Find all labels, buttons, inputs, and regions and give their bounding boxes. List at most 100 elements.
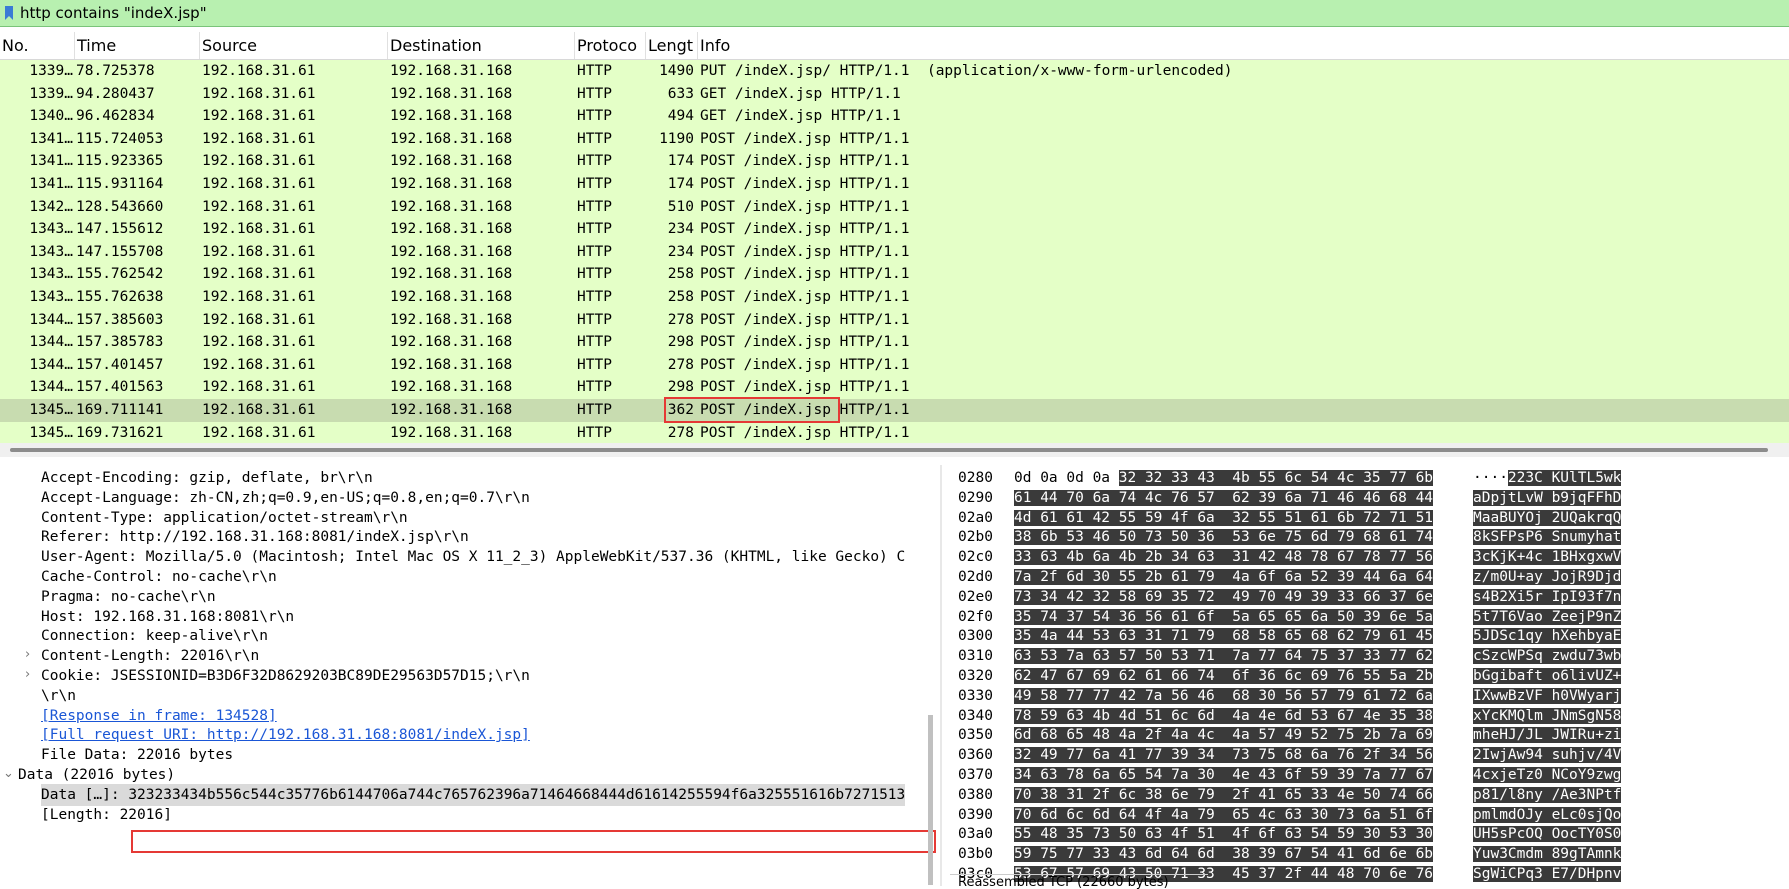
packet-row[interactable]: 1339… 78.725378 192.168.31.61 192.168.31.16…	[0, 60, 1789, 83]
packet-row[interactable]: 1344… 157.385603 192.168.31.61 192.168.31.1…	[0, 309, 1789, 332]
packet-info: POST /indeX.jsp HTTP/1.1	[700, 379, 910, 396]
detail-text[interactable]: [Response in frame: 134528]	[41, 708, 277, 724]
packet-no: 1344…	[29, 379, 73, 396]
packet-no: 1341…	[29, 153, 73, 170]
detail-line[interactable]: [Length: 22016]	[41, 804, 172, 827]
packet-info: POST /indeX.jsp HTTP/1.1	[700, 334, 910, 351]
detail-line[interactable]: Cookie: JSESSIONID=B3D6F32D8629203BC89DE…	[41, 665, 530, 688]
detail-text: Cookie: JSESSIONID=B3D6F32D8629203BC89DE…	[41, 668, 530, 684]
packet-no: 1343…	[29, 221, 73, 238]
packet-row[interactable]: 1343… 155.762638 192.168.31.61 192.168.31.1…	[0, 286, 1789, 309]
packet-destination: 192.168.31.168	[390, 334, 513, 351]
packet-source: 192.168.31.61	[202, 334, 316, 351]
packet-time: 96.462834	[76, 108, 155, 125]
packet-time: 157.401563	[76, 379, 164, 396]
packet-length: 1490	[659, 63, 694, 79]
scrollbar-thumb[interactable]	[10, 448, 1768, 452]
packet-time: 115.923365	[76, 153, 164, 170]
packet-details-pane[interactable]: Accept-Encoding: gzip, deflate, br\r\n Ac…	[0, 465, 936, 886]
packet-no: 1344…	[29, 356, 73, 373]
packet-time: 94.280437	[76, 85, 155, 102]
packet-protocol: HTTP	[577, 108, 612, 125]
packet-info: PUT /indeX.jsp/ HTTP/1.1 (application/x-…	[700, 63, 1233, 79]
column-header-protocol[interactable]: Protoco	[575, 32, 646, 59]
packet-row[interactable]: 1341… 115.724053 192.168.31.61 192.168.31.1…	[0, 128, 1789, 151]
packet-time: 147.155708	[76, 243, 164, 260]
packet-info: POST /indeX.jsp HTTP/1.1	[700, 130, 910, 147]
packet-row[interactable]: 1341… 115.923365 192.168.31.61 192.168.31.1…	[0, 150, 1789, 173]
packet-row[interactable]: 1343… 147.155708 192.168.31.61 192.168.31.1…	[0, 241, 1789, 264]
column-header-info[interactable]: Info	[698, 32, 1789, 59]
packet-source: 192.168.31.61	[202, 153, 316, 170]
packet-row[interactable]: 1344… 157.401457 192.168.31.61 192.168.31.1…	[0, 354, 1789, 377]
packet-length: 174	[667, 153, 694, 170]
column-header-destination[interactable]: Destination	[388, 32, 575, 59]
packet-destination: 192.168.31.168	[390, 311, 513, 328]
packet-row[interactable]: 1343… 155.762542 192.168.31.61 192.168.31.1…	[0, 263, 1789, 286]
display-filter-input[interactable]: http contains "indeX.jsp"	[20, 4, 207, 22]
column-header-no[interactable]: No.	[0, 32, 75, 59]
packet-protocol: HTTP	[577, 311, 612, 328]
packet-destination: 192.168.31.168	[390, 379, 513, 396]
packet-no: 1343…	[29, 266, 73, 283]
packet-destination: 192.168.31.168	[390, 153, 513, 170]
packet-no: 1339…	[29, 63, 73, 79]
packet-no: 1341…	[29, 175, 73, 192]
detail-text[interactable]: [Full request URI: http://192.168.31.168…	[41, 727, 530, 743]
packet-row[interactable]: 1341… 115.931164 192.168.31.61 192.168.31.1…	[0, 173, 1789, 196]
packet-bytes-pane[interactable]: 0280 0d 0a 0d 0a 32 32 33 43 4b 55 6c 54 …	[950, 465, 1789, 886]
packet-list-scrollbar[interactable]	[0, 443, 1789, 457]
packet-destination: 192.168.31.168	[390, 401, 513, 418]
packet-no: 1339…	[29, 85, 73, 102]
packet-length: 494	[667, 108, 694, 125]
highlight-box-data	[131, 830, 936, 853]
packet-row[interactable]: 1345… 169.711141 192.168.31.61 192.168.31.1…	[0, 398, 1789, 422]
detail-text: Data […]:	[41, 786, 129, 803]
details-scrollbar[interactable]	[928, 715, 933, 885]
packet-row[interactable]: 1344… 157.385783 192.168.31.61 192.168.31.1…	[0, 331, 1789, 354]
detail-text: Content-Length: 22016\r\n	[41, 648, 260, 665]
packet-length: 278	[667, 356, 694, 373]
packet-info: POST /indeX.jsp HTTP/1.1	[700, 153, 910, 170]
packet-info: POST /indeX.jsp HTTP/1.1	[700, 356, 910, 373]
column-header-length[interactable]: Lengt	[646, 32, 698, 59]
packet-source: 192.168.31.61	[202, 221, 316, 238]
packet-source: 192.168.31.61	[202, 356, 316, 373]
packet-list-header: No. Time Source Destination Protoco Leng…	[0, 32, 1789, 60]
packet-info: POST /indeX.jsp HTTP/1.1	[700, 243, 910, 260]
packet-time: 155.762638	[76, 288, 164, 305]
detail-text: Accept-Language: zh-CN,zh;q=0.9,en-US;q=…	[41, 489, 530, 506]
chevron-right-icon[interactable]: ›	[25, 647, 30, 662]
packet-row[interactable]: 1340… 96.462834 192.168.31.61 192.168.31.16…	[0, 105, 1789, 128]
bytes-tab-reassembled[interactable]: Reassembled TCP (22660 bytes)	[950, 874, 1208, 889]
packet-destination: 192.168.31.168	[390, 356, 513, 373]
packet-protocol: HTTP	[577, 130, 612, 147]
packet-row[interactable]: 1345… 169.731621 192.168.31.61 192.168.31.1…	[0, 422, 1789, 444]
chevron-down-icon[interactable]: ⌄	[3, 766, 14, 781]
detail-text: [Length: 22016]	[41, 806, 172, 823]
packet-row[interactable]: 1342… 128.543660 192.168.31.61 192.168.31.1…	[0, 196, 1789, 219]
bookmark-icon[interactable]	[0, 0, 18, 27]
packet-source: 192.168.31.61	[202, 243, 316, 260]
packet-list[interactable]: 1339… 78.725378 192.168.31.61 192.168.31.16…	[0, 60, 1789, 443]
packet-length: 510	[667, 198, 694, 215]
packet-destination: 192.168.31.168	[390, 175, 513, 192]
detail-text: Content-Type: application/octet-stream\r…	[41, 509, 408, 526]
packet-row[interactable]: 1339… 94.280437 192.168.31.61 192.168.31.16…	[0, 83, 1789, 106]
packet-info: POST /indeX.jsp HTTP/1.1	[700, 288, 910, 305]
packet-length: 278	[667, 311, 694, 328]
display-filter-bar[interactable]: http contains "indeX.jsp"	[0, 0, 1789, 27]
packet-no: 1345…	[29, 401, 73, 418]
packet-no: 1343…	[29, 288, 73, 305]
pane-divider[interactable]	[940, 465, 942, 886]
detail-text: Pragma: no-cache\r\n	[41, 588, 216, 605]
packet-row[interactable]: 1344… 157.401563 192.168.31.61 192.168.31.1…	[0, 376, 1789, 399]
packet-row[interactable]: 1343… 147.155612 192.168.31.61 192.168.31.1…	[0, 218, 1789, 241]
packet-source: 192.168.31.61	[202, 424, 316, 441]
packet-info: POST /indeX.jsp HTTP/1.1	[700, 198, 910, 215]
packet-no: 1341…	[29, 130, 73, 147]
chevron-right-icon[interactable]: ›	[25, 667, 30, 682]
hex-ascii[interactable]: SgWiCPq3 E7/DHpnv	[1473, 863, 1622, 886]
column-header-time[interactable]: Time	[75, 32, 200, 59]
column-header-source[interactable]: Source	[200, 32, 388, 59]
